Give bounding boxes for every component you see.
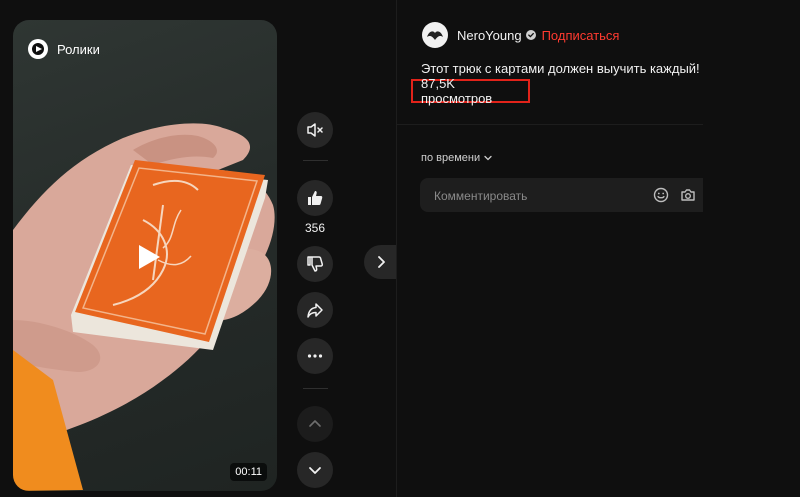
section-divider	[397, 124, 703, 125]
chevron-down-icon	[484, 155, 492, 161]
verified-icon	[525, 30, 536, 40]
more-icon	[307, 354, 323, 358]
subscribe-button[interactable]: Подписаться	[542, 28, 620, 43]
panel-divider	[396, 0, 397, 497]
share-button[interactable]	[297, 292, 333, 328]
view-count-text: 87,5K просмотров	[421, 76, 493, 106]
divider	[303, 388, 328, 389]
chevron-right-icon	[377, 256, 385, 268]
share-icon	[307, 303, 323, 318]
channel-name[interactable]: NeroYoung	[457, 28, 522, 43]
avatar[interactable]	[422, 22, 448, 48]
channel-logo-icon	[427, 31, 443, 40]
like-button[interactable]	[297, 180, 333, 216]
sort-label: по времени	[421, 152, 481, 164]
video-player[interactable]: Ролики 00:11	[13, 20, 277, 491]
comment-box	[420, 178, 703, 214]
more-button[interactable]	[297, 338, 333, 374]
brand[interactable]: Ролики	[27, 38, 100, 60]
collapse-panel-button[interactable]	[364, 245, 397, 279]
comment-input[interactable]	[432, 178, 636, 214]
camera-icon[interactable]	[680, 187, 696, 203]
thumbs-down-icon	[307, 256, 324, 272]
channel-info: NeroYoung Подписаться	[422, 22, 619, 48]
divider	[303, 160, 328, 161]
brand-logo-icon	[28, 39, 48, 59]
next-video-button[interactable]	[297, 452, 333, 488]
duration-badge: 00:11	[230, 463, 267, 481]
like-count: 356	[304, 221, 326, 235]
mute-button[interactable]	[297, 112, 333, 148]
emoji-icon[interactable]	[653, 187, 669, 203]
chevron-up-icon	[309, 420, 321, 427]
dislike-button[interactable]	[297, 246, 333, 282]
view-count: 87,5K просмотров	[411, 76, 530, 106]
mute-icon	[307, 123, 323, 137]
comment-sort-dropdown[interactable]: по времени	[421, 152, 492, 164]
brand-label: Ролики	[57, 41, 100, 57]
chevron-down-icon	[309, 467, 321, 474]
thumbs-up-icon	[308, 191, 323, 205]
video-title: Этот трюк с картами должен выучить кажды…	[421, 61, 700, 76]
previous-video-button[interactable]	[297, 406, 333, 442]
play-icon[interactable]	[133, 242, 163, 272]
